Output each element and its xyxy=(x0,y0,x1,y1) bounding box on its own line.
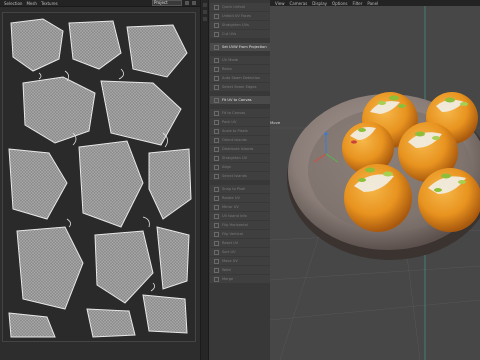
checkbox-icon xyxy=(214,13,219,19)
tool-row[interactable]: Sort UV xyxy=(210,248,270,256)
checkbox-icon xyxy=(214,267,219,273)
tool-quick-unfold[interactable]: Quick Unfold xyxy=(210,3,270,11)
tool-row[interactable]: Merge xyxy=(210,275,270,283)
tool-square-icon[interactable] xyxy=(203,17,207,21)
viewport-3d[interactable]: View Cameras Display Options Filter Pane… xyxy=(270,0,480,360)
tool-row[interactable]: Fit to Canvas xyxy=(210,109,270,117)
fit-uv-to-canvas-button[interactable]: Fit UV to Canvas xyxy=(210,96,270,104)
tool-cut-uvs[interactable]: Cut UVs xyxy=(210,30,270,38)
checkbox-icon xyxy=(214,146,219,152)
uv-island xyxy=(142,294,188,334)
uv-editor-panel: Selection Mesh Textures Project xyxy=(0,0,208,360)
uv-island xyxy=(156,226,190,290)
tool-straighten-uvs[interactable]: Straighten UVs xyxy=(210,21,270,29)
checkbox-icon xyxy=(214,110,219,116)
uv-islands-map xyxy=(3,13,195,341)
tool-row[interactable]: Select Islands xyxy=(210,172,270,180)
checkbox-icon xyxy=(214,231,219,237)
tool-row[interactable]: Mirror UV xyxy=(210,203,270,211)
checkbox-icon xyxy=(214,222,219,228)
checkbox-icon xyxy=(214,84,219,90)
checkbox-icon xyxy=(214,249,219,255)
tool-row[interactable]: Move UV xyxy=(210,257,270,265)
tool-square-icon[interactable] xyxy=(203,10,207,14)
checkbox-icon xyxy=(214,258,219,264)
menu-selection[interactable]: Selection xyxy=(4,1,22,6)
checkbox-icon xyxy=(214,66,219,72)
checkbox-icon xyxy=(214,31,219,37)
tool-auto-seam[interactable]: Auto Seam Detection xyxy=(210,74,270,82)
tool-square-icon[interactable] xyxy=(203,3,207,7)
checkbox-icon xyxy=(214,164,219,170)
tool-row[interactable]: Reset UV xyxy=(210,239,270,247)
scene-render xyxy=(270,6,480,360)
tool-row[interactable]: Orient Islands xyxy=(210,136,270,144)
tool-row[interactable]: Snap to Pixel xyxy=(210,185,270,193)
checkbox-icon xyxy=(214,128,219,134)
checkbox-icon xyxy=(214,4,219,10)
checkbox-icon xyxy=(214,186,219,192)
set-uvw-from-projection-button[interactable]: Set UVW From Projection xyxy=(210,43,270,51)
ball xyxy=(344,164,412,232)
checkbox-icon xyxy=(214,137,219,143)
tool-row[interactable]: Pack UV xyxy=(210,118,270,126)
checkbox-icon xyxy=(214,240,219,246)
tool-uv-mode[interactable]: UV Mode xyxy=(210,56,270,64)
tool-select-seam[interactable]: Select Seam Edges xyxy=(210,83,270,91)
tool-unfold-faces[interactable]: Unfold UV Faces xyxy=(210,12,270,20)
checkbox-icon xyxy=(214,213,219,219)
checkbox-icon xyxy=(214,44,219,50)
grid-icon[interactable] xyxy=(185,1,189,5)
tool-row[interactable]: Straighten UV xyxy=(210,154,270,162)
tool-relax[interactable]: Relax xyxy=(210,65,270,73)
move-label: Move xyxy=(270,120,281,125)
tool-row[interactable]: Rotate UV xyxy=(210,194,270,202)
checkbox-icon xyxy=(214,57,219,63)
menu-mesh[interactable]: Mesh xyxy=(26,1,37,6)
checkbox-icon xyxy=(214,119,219,125)
tool-row[interactable]: Scale to Pixels xyxy=(210,127,270,135)
checkbox-icon xyxy=(214,75,219,81)
menu-textures[interactable]: Textures xyxy=(41,1,58,6)
uv-island xyxy=(86,308,136,338)
tool-row[interactable]: Distribute Islands xyxy=(210,145,270,153)
checkbox-icon xyxy=(214,276,219,282)
projection-select[interactable]: Project xyxy=(152,0,182,6)
checkbox-icon xyxy=(214,195,219,201)
tool-row[interactable]: UV Island Info xyxy=(210,212,270,220)
uv-tools-panel: Quick Unfold Unfold UV Faces Straighten … xyxy=(208,0,271,360)
tool-row[interactable]: Flip Vertical xyxy=(210,230,270,238)
checkbox-icon xyxy=(214,204,219,210)
tool-row[interactable]: Weld xyxy=(210,266,270,274)
ball xyxy=(418,168,480,232)
checkbox-icon xyxy=(214,173,219,179)
checkbox-icon xyxy=(214,97,219,103)
checkbox-icon xyxy=(214,155,219,161)
settings-icon[interactable] xyxy=(192,1,196,5)
checkbox-icon xyxy=(214,22,219,28)
uv-canvas[interactable] xyxy=(2,12,196,342)
tool-row[interactable]: Flip Horizontal xyxy=(210,221,270,229)
tool-row[interactable]: Align xyxy=(210,163,270,171)
